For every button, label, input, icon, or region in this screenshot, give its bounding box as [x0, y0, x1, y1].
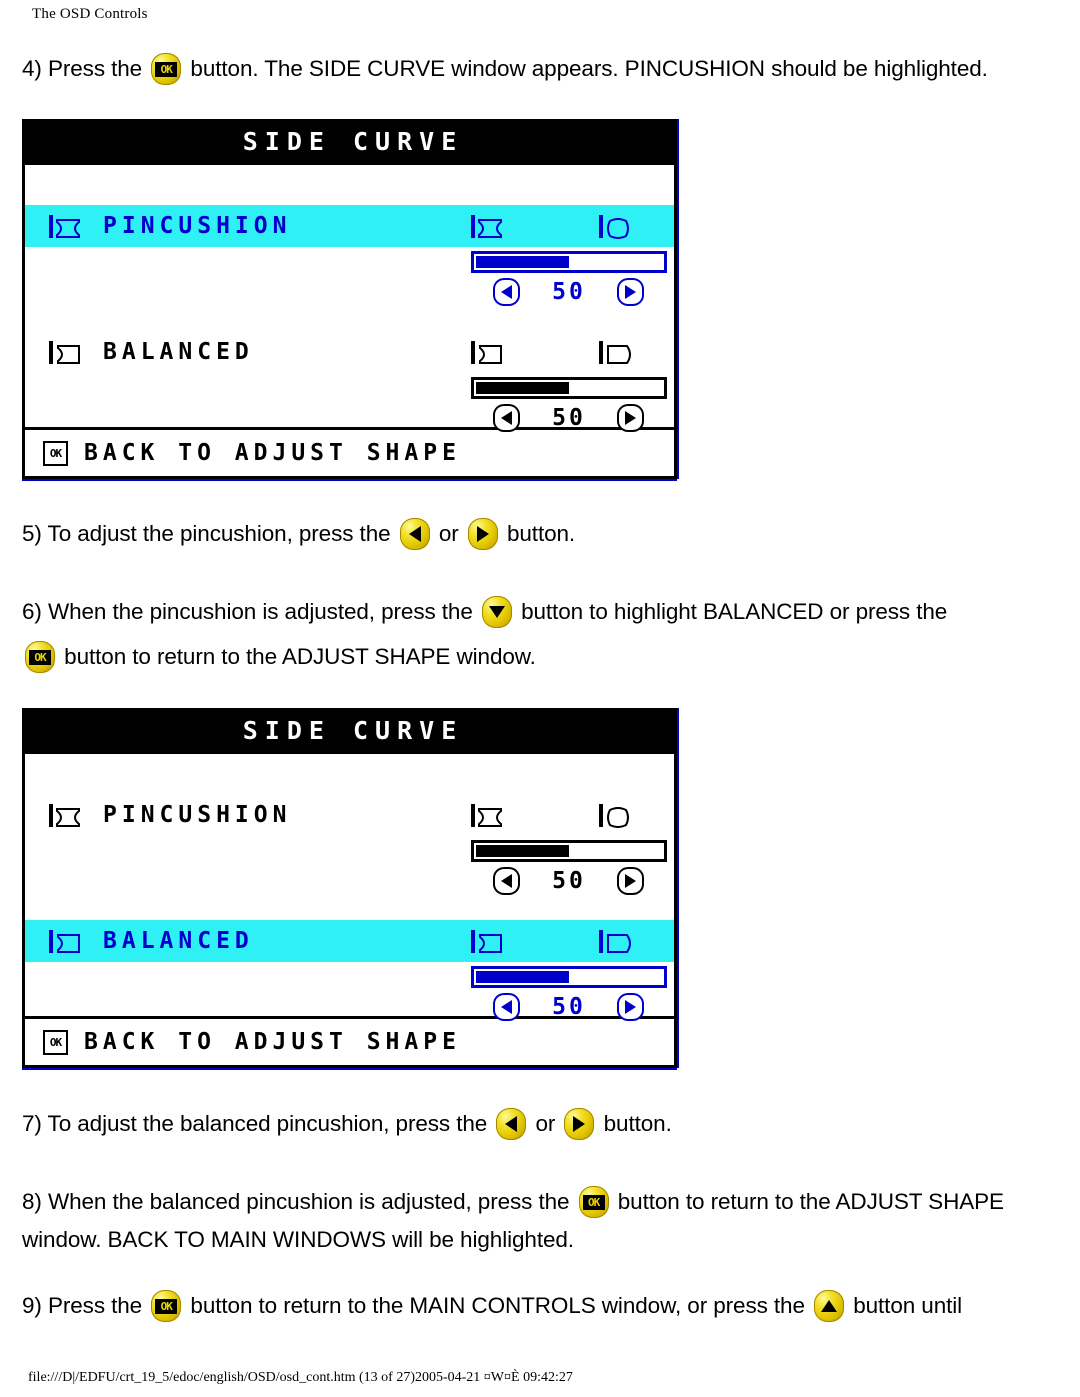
osd1-pincushion-increase-button[interactable]	[617, 278, 644, 306]
right-arrow-button-icon[interactable]	[564, 1108, 595, 1141]
left-arrow-button-icon[interactable]	[496, 1108, 527, 1141]
osd-window-side-curve-1: SIDE CURVE PINCUSHION 50 BALANCED 50 OK …	[22, 119, 677, 479]
osd1-balanced-value-row: 50	[471, 404, 667, 434]
osd1-title: SIDE CURVE	[25, 122, 674, 162]
step-9-text-b: button to return to the MAIN CONTROLS wi…	[190, 1293, 805, 1319]
osd2-row-pincushion[interactable]: PINCUSHION	[25, 794, 674, 836]
step-9-text-a: 9) Press the	[22, 1293, 143, 1319]
osd1-pincushion-value-row: 50	[471, 278, 667, 308]
osd2-row-balanced-label: BALANCED	[103, 928, 254, 954]
step-4-text-a: 4) Press the	[22, 56, 143, 82]
step-5-text-a: 5) To adjust the pincushion, press the	[22, 521, 391, 547]
step-6-line-1: 6) When the pincushion is adjusted, pres…	[22, 596, 948, 629]
step-8-line-1: 8) When the balanced pincushion is adjus…	[22, 1186, 1004, 1219]
osd1-pincushion-bar-fill	[476, 256, 569, 268]
step-8-text-a: 8) When the balanced pincushion is adjus…	[22, 1189, 570, 1215]
osd1-row-pincushion-label: PINCUSHION	[103, 213, 292, 239]
pincushion-concave-icon[interactable]	[471, 803, 502, 827]
step-6-text-b: button to highlight BALANCED or press th…	[521, 599, 948, 625]
pincushion-convex-icon[interactable]	[599, 214, 629, 239]
pincushion-concave-icon[interactable]	[471, 214, 502, 238]
pincushion-shape-icon	[49, 214, 80, 238]
osd2-row-balanced[interactable]: BALANCED	[25, 920, 674, 962]
osd2-balanced-value-row: 50	[471, 993, 667, 1023]
ok-button-icon[interactable]: OK	[151, 1290, 182, 1323]
osd2-title: SIDE CURVE	[25, 711, 674, 751]
balanced-shape-icon	[49, 340, 80, 364]
osd2-pincushion-slider[interactable]: 50	[471, 840, 667, 897]
step-5-text-c: button.	[506, 521, 576, 547]
step-8-line-2: window. BACK TO MAIN WINDOWS will be hig…	[22, 1224, 574, 1255]
osd2-balanced-slider[interactable]: 50	[471, 966, 667, 1023]
osd2-footer-label: BACK TO ADJUST SHAPE	[84, 1029, 461, 1055]
osd2-body: PINCUSHION 50 BALANCED 50	[25, 751, 674, 1021]
osd2-balanced-increase-button[interactable]	[617, 993, 644, 1021]
osd1-footer-label: BACK TO ADJUST SHAPE	[84, 440, 461, 466]
osd2-balanced-bar[interactable]	[471, 966, 667, 988]
osd2-pincushion-bar-fill	[476, 845, 569, 857]
osd1-balanced-increase-button[interactable]	[617, 404, 644, 432]
step-7-text-a: 7) To adjust the balanced pincushion, pr…	[22, 1111, 488, 1137]
osd2-pincushion-bar[interactable]	[471, 840, 667, 862]
ok-chip-icon: OK	[43, 440, 68, 466]
up-arrow-button-icon[interactable]	[814, 1290, 845, 1323]
page-header: The OSD Controls	[32, 6, 148, 22]
osd1-body: PINCUSHION 50 BALANCED 50	[25, 162, 674, 432]
osd1-pincushion-bar[interactable]	[471, 251, 667, 273]
step-8-text-c: window. BACK TO MAIN WINDOWS will be hig…	[22, 1227, 574, 1253]
step-7-text-b: or	[535, 1111, 556, 1137]
osd1-footer[interactable]: OK BACK TO ADJUST SHAPE	[25, 430, 674, 476]
pincushion-shape-icon	[49, 803, 80, 827]
osd1-pincushion-slider[interactable]: 50	[471, 251, 667, 308]
ok-button-icon[interactable]: OK	[578, 1186, 609, 1219]
step-7: 7) To adjust the balanced pincushion, pr…	[22, 1108, 672, 1141]
file-path-footer: file:///D|/EDFU/crt_19_5/edoc/english/OS…	[28, 1370, 573, 1385]
balanced-right-icon[interactable]	[599, 340, 631, 364]
osd2-pincushion-value-row: 50	[471, 867, 667, 897]
step-9-text-c: button until	[853, 1293, 963, 1319]
osd1-row-balanced[interactable]: BALANCED	[25, 331, 674, 373]
step-6-text-a: 6) When the pincushion is adjusted, pres…	[22, 599, 473, 625]
step-8-text-b: button to return to the ADJUST SHAPE	[617, 1189, 1004, 1215]
osd1-balanced-bar[interactable]	[471, 377, 667, 399]
osd2-balanced-bar-fill	[476, 971, 569, 983]
osd2-pincushion-increase-button[interactable]	[617, 867, 644, 895]
left-arrow-button-icon[interactable]	[399, 518, 430, 551]
step-5-text-b: or	[438, 521, 459, 547]
osd1-row-balanced-label: BALANCED	[103, 339, 254, 365]
step-5: 5) To adjust the pincushion, press the o…	[22, 518, 576, 551]
pincushion-convex-icon[interactable]	[599, 803, 629, 828]
step-9: 9) Press the OK button to return to the …	[22, 1290, 963, 1323]
osd-window-side-curve-2: SIDE CURVE PINCUSHION 50 BALANCED 50 OK …	[22, 708, 677, 1068]
ok-button-icon[interactable]: OK	[25, 641, 55, 674]
step-4: 4) Press the OK button. The SIDE CURVE w…	[22, 53, 988, 86]
balanced-shape-icon	[49, 929, 80, 953]
step-4-text-b: button. The SIDE CURVE window appears. P…	[190, 56, 988, 82]
osd1-row-pincushion[interactable]: PINCUSHION	[25, 205, 674, 247]
step-6-line-2: OK button to return to the ADJUST SHAPE …	[22, 641, 536, 674]
balanced-left-icon[interactable]	[471, 340, 502, 364]
osd1-balanced-slider[interactable]: 50	[471, 377, 667, 434]
osd2-footer[interactable]: OK BACK TO ADJUST SHAPE	[25, 1019, 674, 1065]
osd2-row-pincushion-label: PINCUSHION	[103, 802, 292, 828]
balanced-left-icon[interactable]	[471, 929, 502, 953]
ok-chip-icon: OK	[43, 1029, 68, 1055]
osd1-balanced-bar-fill	[476, 382, 569, 394]
down-arrow-button-icon[interactable]	[481, 596, 512, 629]
step-7-text-c: button.	[603, 1111, 672, 1137]
balanced-right-icon[interactable]	[599, 929, 631, 953]
right-arrow-button-icon[interactable]	[467, 518, 498, 551]
ok-button-icon[interactable]: OK	[151, 53, 182, 86]
step-6-text-c: button to return to the ADJUST SHAPE win…	[64, 644, 536, 670]
